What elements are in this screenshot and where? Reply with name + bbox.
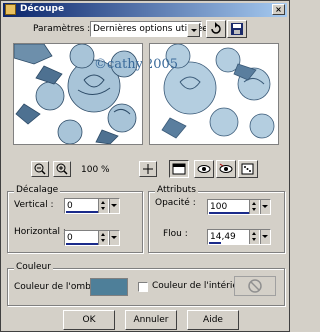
blur-input[interactable]: 14,49 (207, 229, 271, 245)
blur-slider-bar[interactable] (209, 242, 221, 244)
auto-proof-button[interactable] (216, 160, 236, 178)
eye-proof-icon (197, 165, 211, 173)
watermark-text: ©cathy2005 (94, 57, 143, 72)
attributes-group: Attributs Opacité : 100 Flou : 14,49 (148, 185, 285, 253)
color-group: Couleur Couleur de l'ombre : Couleur de … (7, 262, 285, 306)
title-bar[interactable]: Découpe × (3, 3, 287, 17)
presets-label: Paramètres : (33, 24, 91, 34)
offset-group: Décalage Vertical : 0 Horizontal : 0 (7, 185, 143, 253)
crosshair-icon (143, 164, 153, 174)
attributes-title: Attributs (155, 185, 198, 195)
vertical-slider-bar[interactable] (66, 211, 98, 213)
horizontal-value: 0 (67, 233, 73, 243)
presets-dropdown[interactable]: Dernières options utilisées (90, 21, 213, 37)
horizontal-slider-bar[interactable] (66, 243, 98, 245)
chevron-down-icon[interactable] (187, 23, 200, 37)
color-title: Couleur (14, 262, 53, 272)
dialog-window: Découpe × Paramètres : Dernières options… (0, 0, 290, 332)
pan-button[interactable] (139, 161, 157, 177)
horizontal-dropdown[interactable] (109, 231, 119, 245)
watermark-text-result: ©cathy2005 (150, 57, 179, 72)
save-preset-button[interactable] (227, 20, 247, 38)
opacity-input[interactable]: 100 (207, 199, 271, 215)
shadow-color-swatch[interactable] (90, 278, 128, 296)
vertical-label: Vertical : (14, 200, 54, 210)
zoom-in-button[interactable] (53, 161, 71, 177)
vertical-input[interactable]: 0 (64, 198, 120, 214)
vertical-spinner[interactable] (98, 199, 108, 213)
offset-title: Décalage (14, 185, 61, 195)
blur-dropdown[interactable] (260, 230, 270, 244)
zoom-out-icon (34, 163, 46, 175)
horizontal-label: Horizontal : (14, 227, 66, 237)
inside-color-swatch (234, 276, 276, 296)
window-preview-icon (172, 163, 186, 175)
window-title: Découpe (20, 4, 65, 14)
reset-button[interactable] (206, 20, 226, 38)
zoom-in-icon (56, 163, 68, 175)
vertical-dropdown[interactable] (109, 199, 119, 213)
blur-label: Flou : (163, 229, 188, 239)
preview-toggle-button[interactable] (169, 160, 189, 178)
ok-button[interactable]: OK (63, 310, 115, 330)
opacity-dropdown[interactable] (260, 200, 270, 214)
horizontal-input[interactable]: 0 (64, 230, 120, 246)
no-color-icon (248, 279, 262, 293)
blur-spinner[interactable] (249, 230, 259, 244)
opacity-spinner[interactable] (249, 200, 259, 214)
floppy-disk-icon (231, 23, 243, 35)
randomize-button[interactable] (238, 160, 258, 178)
proof-button[interactable] (194, 160, 214, 178)
result-preview[interactable]: ©cathy2005 (149, 43, 279, 145)
horizontal-spinner[interactable] (98, 231, 108, 245)
opacity-value: 100 (210, 202, 228, 212)
app-icon (5, 4, 16, 15)
zoom-level: 100 % (81, 165, 110, 175)
opacity-label: Opacité : (155, 198, 196, 208)
close-button[interactable]: × (272, 4, 285, 15)
dice-icon (241, 163, 254, 175)
inside-color-checkbox[interactable] (138, 282, 148, 292)
cancel-button[interactable]: Annuler (125, 310, 177, 330)
blur-value: 14,49 (210, 232, 236, 242)
help-button[interactable]: Aide (187, 310, 239, 330)
opacity-slider-bar[interactable] (209, 212, 249, 214)
reset-icon (211, 22, 221, 34)
eye-auto-icon (219, 163, 233, 173)
zoom-out-button[interactable] (31, 161, 49, 177)
original-preview[interactable]: ©cathy2005 (13, 43, 143, 145)
vertical-value: 0 (67, 201, 73, 211)
